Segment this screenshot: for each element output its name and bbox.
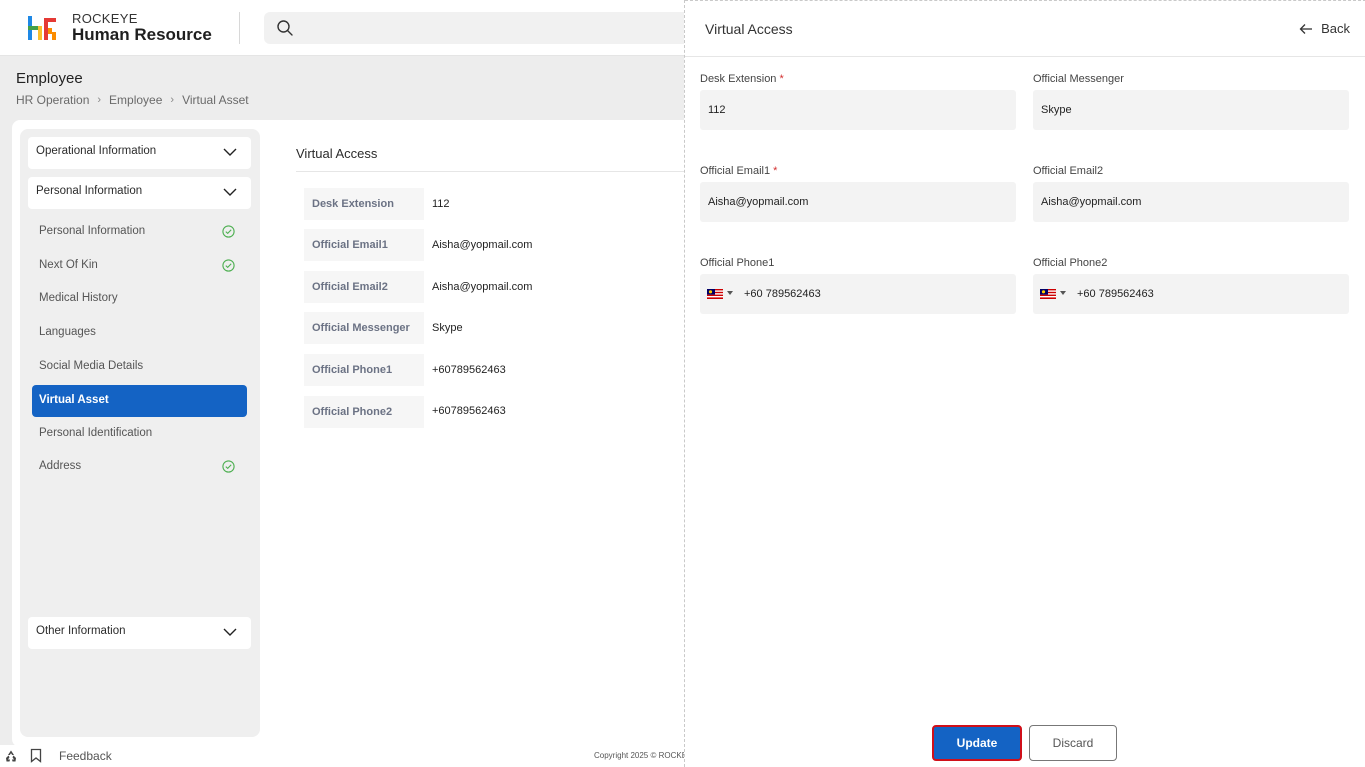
field-label-official-phone1: Official Phone1 — [304, 354, 424, 386]
label-desk-extension: Desk Extension * — [700, 73, 784, 85]
sidebar-item-next-of-kin[interactable]: Next Of Kin — [32, 250, 247, 282]
sidebar-item-medical-history[interactable]: Medical History — [32, 283, 247, 315]
malaysia-flag-icon[interactable] — [707, 289, 723, 299]
chevron-down-icon — [223, 628, 237, 636]
chevron-right-icon: › — [170, 94, 175, 106]
label-text: Official Messenger — [1033, 73, 1124, 85]
phone-number: +60 789562463 — [744, 288, 821, 300]
accordion-operational-information[interactable]: Operational Information — [28, 137, 251, 169]
back-button[interactable]: Back — [1299, 21, 1350, 36]
breadcrumb: HR Operation › Employee › Virtual Asset — [16, 93, 249, 107]
label-official-email2: Official Email2 — [1033, 165, 1103, 177]
sidebar-item-personal-identification[interactable]: Personal Identification — [32, 418, 247, 450]
official-email1-field[interactable] — [700, 182, 1016, 222]
discard-button[interactable]: Discard — [1029, 725, 1117, 761]
field-label-desk-extension: Desk Extension — [304, 188, 424, 220]
search-icon — [277, 20, 293, 36]
brand-title: Human Resource — [72, 25, 212, 44]
required-mark: * — [779, 73, 784, 85]
field-label-official-email2: Official Email2 — [304, 271, 424, 303]
arrow-left-icon — [1299, 23, 1313, 34]
required-mark: * — [773, 165, 778, 177]
check-circle-icon — [222, 460, 235, 473]
breadcrumb-hr-operation[interactable]: HR Operation — [16, 93, 89, 107]
official-phone1-field[interactable]: +60 789562463 — [700, 274, 1016, 314]
label-text: Official Phone2 — [1033, 257, 1108, 269]
sidebar-item-languages[interactable]: Languages — [32, 317, 247, 349]
brand-small: ROCKEYE — [72, 11, 138, 26]
field-value-official-phone2: +60789562463 — [432, 405, 506, 417]
field-label-official-phone2: Official Phone2 — [304, 396, 424, 428]
sidebar-item-social-media-details[interactable]: Social Media Details — [32, 351, 247, 383]
sidebar-item-label: Next Of Kin — [39, 259, 98, 271]
footer: Feedback Copyright 2025 © ROCKEYE — [0, 745, 684, 767]
chevron-down-icon — [223, 148, 237, 156]
chevron-down-icon — [223, 188, 237, 196]
recycle-icon — [6, 750, 16, 762]
label-official-messenger: Official Messenger — [1033, 73, 1124, 85]
brand-divider — [239, 12, 240, 44]
label-text: Desk Extension — [700, 73, 777, 85]
field-value-official-messenger: Skype — [432, 322, 463, 334]
label-text: Official Phone1 — [700, 257, 775, 269]
field-value-official-phone1: +60789562463 — [432, 364, 506, 376]
sidebar-item-label: Languages — [39, 326, 96, 338]
sidebar-item-label: Virtual Asset — [39, 394, 109, 406]
sidebar-item-label: Social Media Details — [39, 360, 144, 372]
sidebar-item-label: Personal Identification — [39, 427, 153, 439]
field-value-official-email1: Aisha@yopmail.com — [432, 239, 533, 251]
breadcrumb-virtual-asset: Virtual Asset — [182, 93, 249, 107]
content-title: Virtual Access — [296, 146, 378, 161]
field-value-official-email2: Aisha@yopmail.com — [432, 281, 533, 293]
sidebar-item-personal-information[interactable]: Personal Information — [32, 216, 247, 248]
check-circle-icon — [222, 225, 235, 238]
label-official-phone1: Official Phone1 — [700, 257, 774, 269]
label-text: Official Email2 — [1033, 165, 1104, 177]
malaysia-flag-icon[interactable] — [1040, 289, 1056, 299]
drawer-header: Virtual Access Back — [685, 0, 1365, 57]
accordion-other-information[interactable]: Other Information — [28, 617, 251, 649]
divider — [296, 171, 686, 172]
hr-logo-icon — [28, 16, 56, 40]
desk-extension-field[interactable] — [700, 90, 1016, 130]
accordion-label: Other Information — [36, 625, 126, 637]
label-text: Official Email1 — [700, 165, 771, 177]
sidebar-item-label: Personal Information — [39, 225, 146, 237]
accordion-personal-information[interactable]: Personal Information — [28, 177, 251, 209]
copyright-text: Copyright 2025 © ROCKEYE — [594, 751, 684, 760]
official-messenger-field[interactable] — [1033, 90, 1349, 130]
caret-down-icon[interactable] — [727, 291, 733, 295]
sidebar-item-address[interactable]: Address — [32, 451, 247, 483]
page-title: Employee — [16, 70, 83, 87]
field-label-official-messenger: Official Messenger — [304, 312, 424, 344]
label-official-phone2: Official Phone2 — [1033, 257, 1107, 269]
sidebar-item-virtual-asset[interactable]: Virtual Asset — [32, 385, 247, 417]
update-button[interactable]: Update — [932, 725, 1022, 761]
search-input[interactable] — [264, 12, 704, 44]
phone-number: +60 789562463 — [1077, 288, 1154, 300]
official-email2-field[interactable] — [1033, 182, 1349, 222]
drawer-title: Virtual Access — [705, 21, 793, 37]
field-value-desk-extension: 112 — [432, 198, 450, 210]
sidebar-item-label: Address — [39, 460, 82, 472]
field-label-official-email1: Official Email1 — [304, 229, 424, 261]
label-official-email1: Official Email1 * — [700, 165, 777, 177]
breadcrumb-employee[interactable]: Employee — [109, 93, 162, 107]
back-label: Back — [1321, 21, 1350, 36]
sidebar-item-label: Medical History — [39, 292, 118, 304]
accordion-label: Personal Information — [36, 185, 143, 197]
feedback-link[interactable]: Feedback — [59, 749, 112, 763]
check-circle-icon — [222, 259, 235, 272]
official-phone2-field[interactable]: +60 789562463 — [1033, 274, 1349, 314]
bookmark-icon[interactable] — [30, 748, 42, 763]
caret-down-icon[interactable] — [1060, 291, 1066, 295]
accordion-label: Operational Information — [36, 145, 157, 157]
chevron-right-icon: › — [97, 94, 102, 106]
